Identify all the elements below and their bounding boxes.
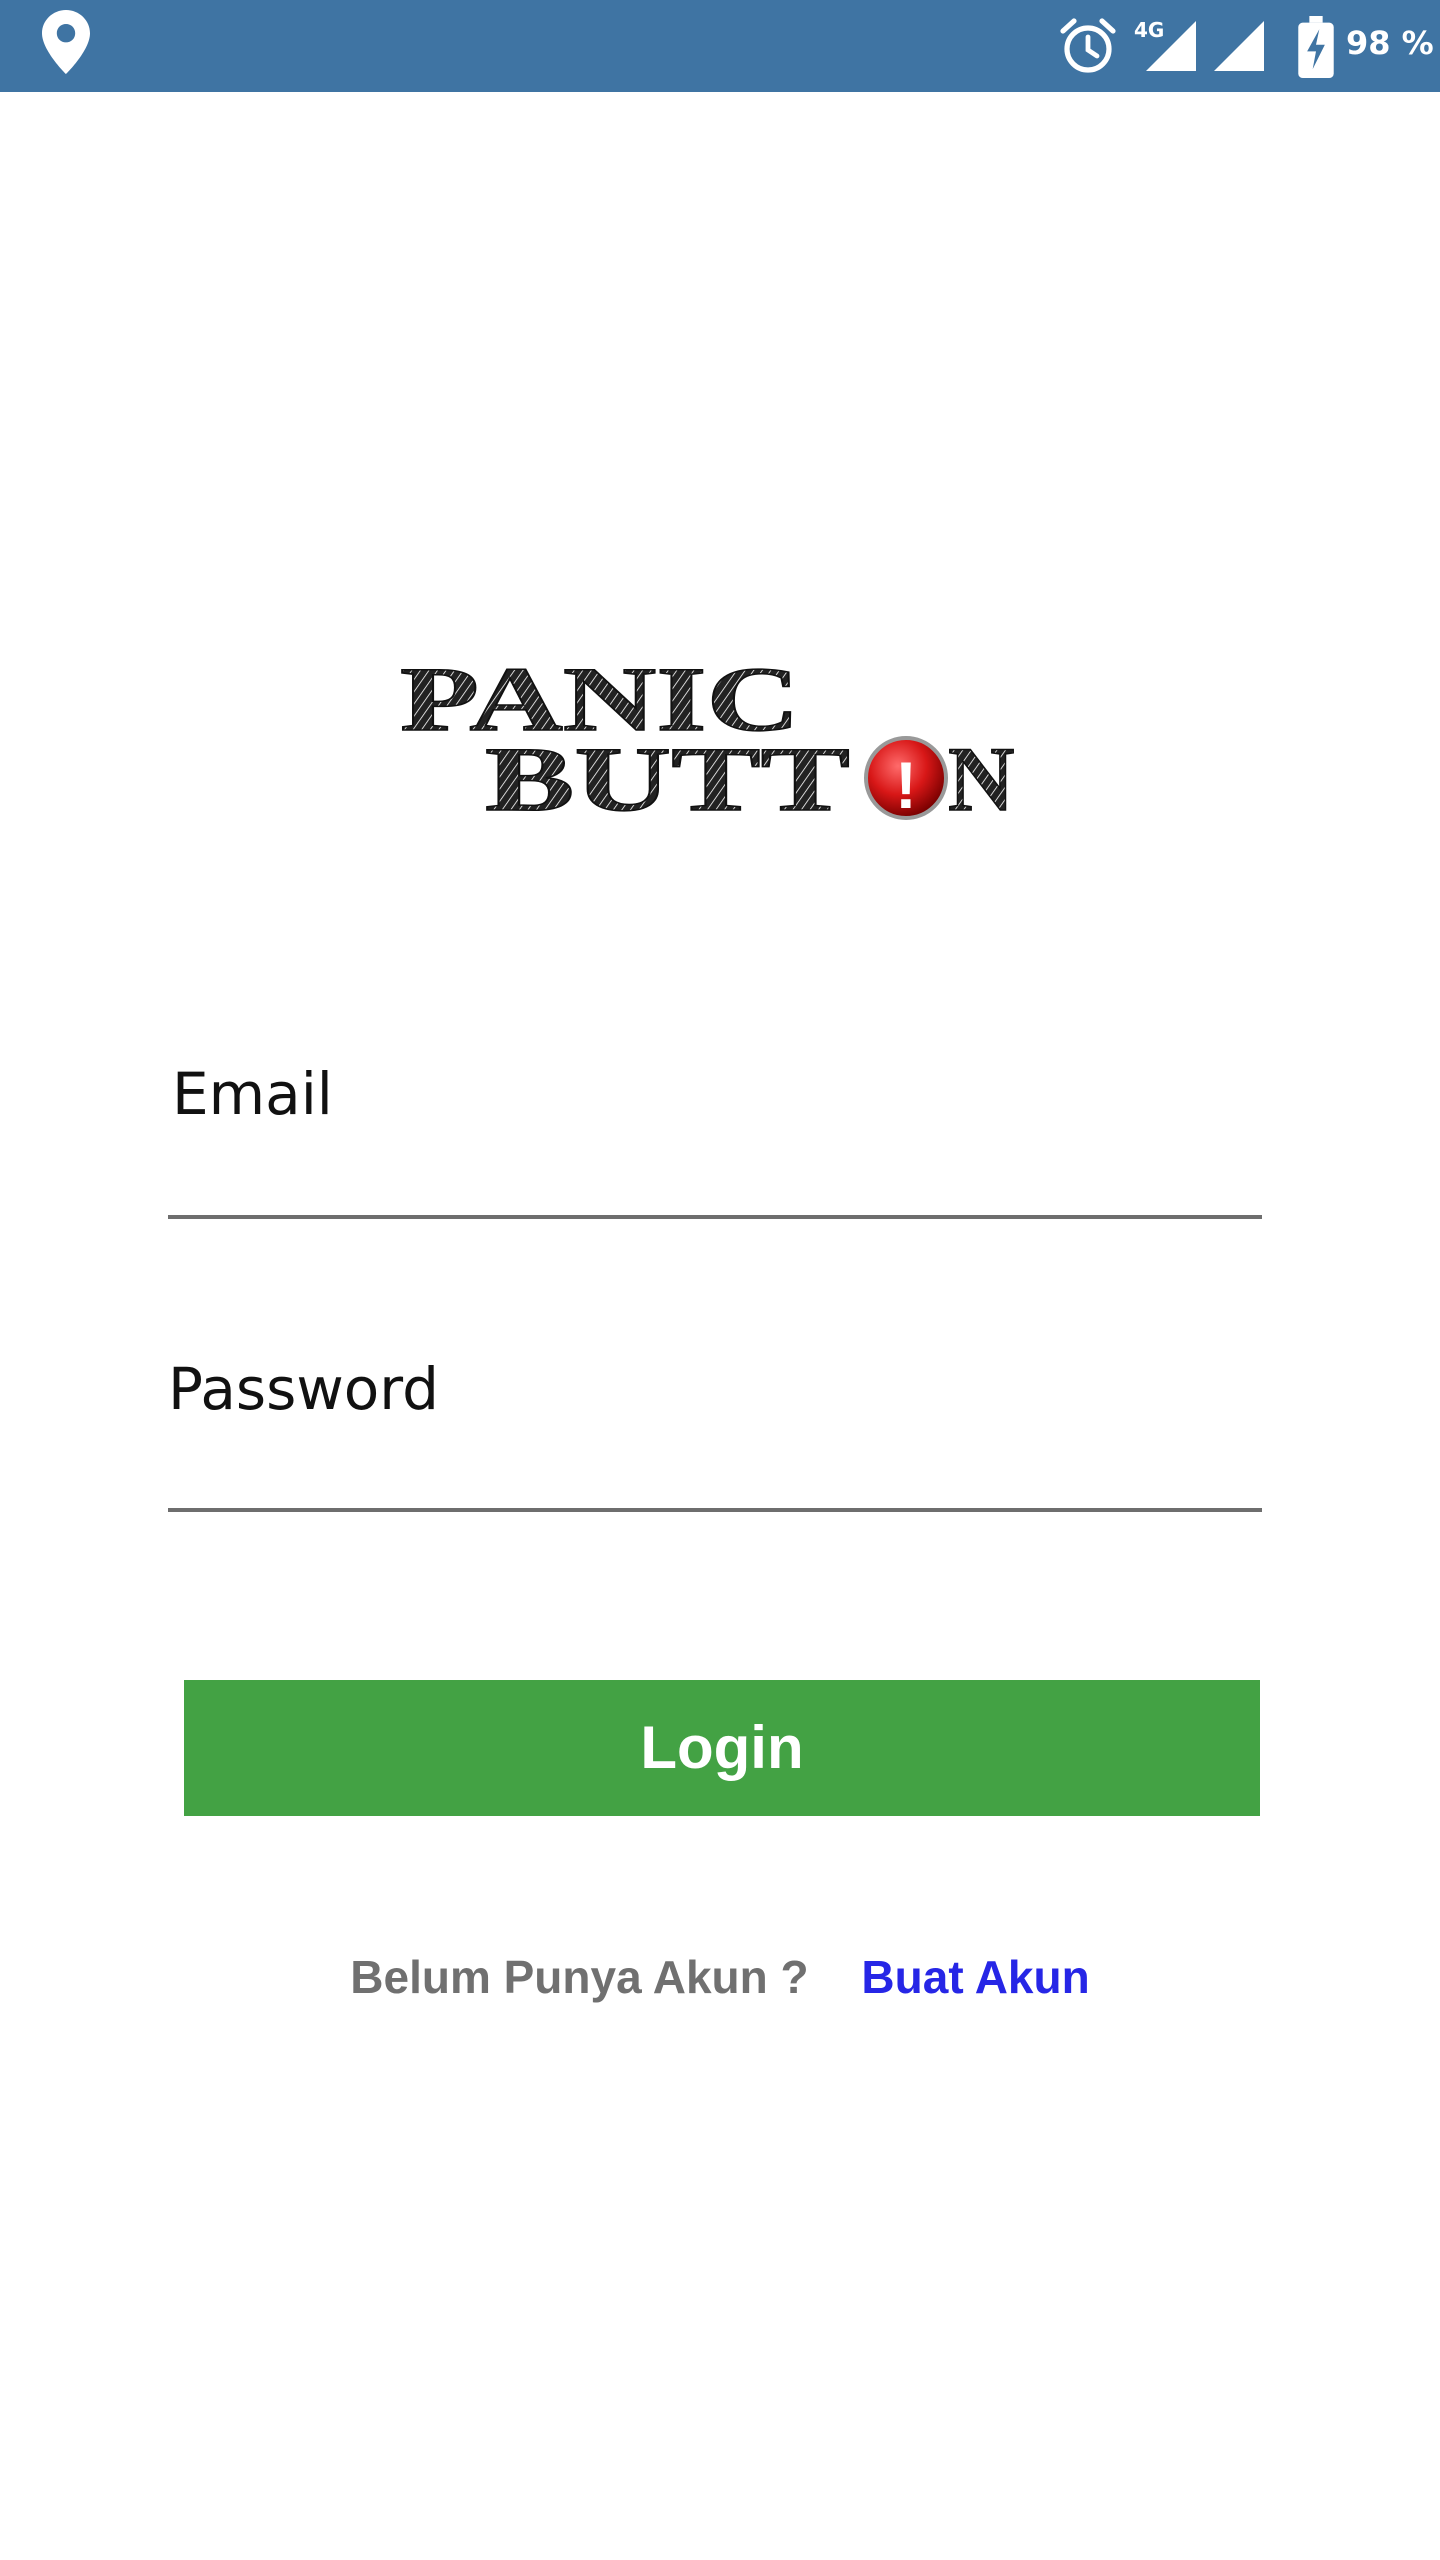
- login-button[interactable]: Login: [184, 1680, 1260, 1816]
- status-bar: 4G 98 %: [0, 0, 1440, 92]
- password-input[interactable]: [168, 1430, 1262, 1510]
- location-pin-icon: [42, 10, 90, 74]
- signal-icon: [1214, 21, 1264, 71]
- signup-prompt: Belum Punya Akun ?: [350, 1951, 809, 2003]
- email-label: Email: [172, 1060, 333, 1128]
- create-account-link[interactable]: Buat Akun: [861, 1951, 1089, 2003]
- logo-badge-mark: !: [895, 748, 917, 822]
- alarm-clock-icon: [1060, 18, 1116, 73]
- logo-line-button: BUTT: [485, 728, 850, 830]
- signal-icon: [1146, 21, 1196, 71]
- logo-line-suffix: N: [948, 728, 1014, 830]
- password-label: Password: [168, 1355, 439, 1423]
- password-underline: [168, 1508, 1262, 1512]
- battery-charging-icon: [1298, 16, 1334, 78]
- signup-row: Belum Punya Akun ? Buat Akun: [0, 1950, 1440, 2010]
- panic-button-logo: PANIC BUTT ! N: [400, 650, 1015, 830]
- email-input[interactable]: [168, 1135, 1262, 1215]
- password-field: Password: [168, 1340, 1262, 1520]
- email-underline: [168, 1215, 1262, 1219]
- battery-percentage: 98 %: [1346, 24, 1434, 62]
- email-field: Email: [168, 1045, 1262, 1225]
